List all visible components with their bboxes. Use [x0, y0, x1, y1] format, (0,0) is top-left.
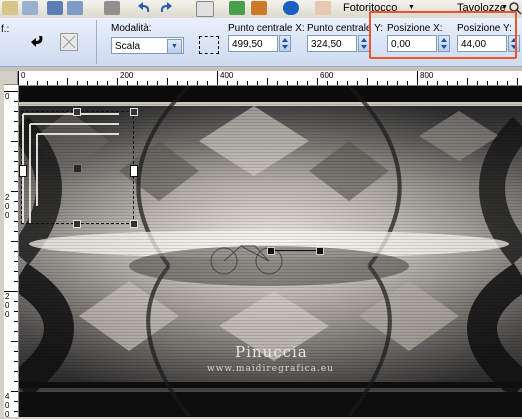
center-y-field[interactable]: 324,50	[307, 35, 357, 52]
ruler-tick-label: 400	[220, 71, 234, 80]
open-folder-icon[interactable]	[2, 1, 18, 15]
watermark-url: www.maidiregrafica.eu	[207, 364, 334, 374]
ruler-tick-label: 800	[420, 71, 434, 80]
print-icon[interactable]	[104, 1, 120, 15]
center-x-field[interactable]: 499,50	[228, 35, 278, 52]
highlight-frame	[369, 11, 517, 59]
rotation-handle[interactable]	[267, 247, 275, 255]
partial-label: f.:	[1, 24, 10, 35]
ruler-corner	[4, 71, 18, 85]
rotate-arrow-icon[interactable]	[28, 32, 48, 50]
vertical-ruler: 0 2 0 0 2 0 0 4 0 0	[4, 85, 19, 419]
mode-value: Scala	[115, 41, 141, 52]
save-as-icon[interactable]	[67, 1, 83, 15]
ruler-tick-label: 600	[320, 71, 334, 80]
divider	[96, 20, 97, 64]
center-crosshair-icon[interactable]	[199, 36, 219, 54]
selection-handle-top-right[interactable]	[130, 108, 138, 116]
mode-select[interactable]: Scala ▼	[111, 37, 184, 54]
selection-handle-bottom-right[interactable]	[130, 220, 138, 228]
ruler-tick-label: 200	[120, 71, 134, 80]
rotation-handle-end[interactable]	[316, 247, 324, 255]
center-x-label: Punto centrale X:	[228, 23, 305, 34]
ruler-tick-label: 0	[21, 71, 26, 80]
ruler-tick-label: 0	[5, 301, 10, 310]
image-canvas[interactable]: Pinuccia www.maidiregrafica.eu	[19, 86, 522, 417]
rotation-pivot-handle[interactable]	[73, 164, 82, 173]
ruler-tick-label: 0	[5, 211, 10, 220]
tool-options-bar: f.: Modalità: Scala ▼ Punto centrale X: …	[0, 11, 522, 67]
ruler-tick-label: 0	[5, 92, 10, 101]
eraser-icon[interactable]	[315, 1, 331, 15]
chevron-down-icon: ▼	[501, 4, 508, 11]
selection-handle-bottom[interactable]	[73, 220, 81, 228]
save-icon[interactable]	[47, 1, 63, 15]
ruler-tick-label: 0	[5, 310, 10, 319]
selection-handle-right[interactable]	[130, 165, 138, 177]
center-x-stepper[interactable]	[279, 35, 291, 52]
info-icon[interactable]	[283, 1, 299, 15]
browser-icon[interactable]	[229, 1, 245, 15]
selection-handle-top[interactable]	[73, 108, 81, 116]
ruler-tick-label: 4	[5, 392, 10, 401]
selection-handle-left[interactable]	[19, 165, 27, 177]
rotation-handle-bar	[270, 250, 320, 251]
ruler-tick-label: 2	[5, 193, 10, 202]
redo-icon[interactable]	[157, 1, 173, 15]
ruler-tick-label: 0	[5, 401, 10, 410]
new-image-icon[interactable]	[196, 1, 214, 17]
palette-icon[interactable]	[251, 1, 267, 15]
chevron-down-icon[interactable]: ▼	[167, 39, 182, 54]
open-file-icon[interactable]	[22, 1, 38, 15]
horizontal-ruler: 0 200 400 600 800	[18, 71, 522, 86]
ruler-tick-label: 2	[5, 292, 10, 301]
ruler-tick-label: 0	[5, 202, 10, 211]
reset-icon[interactable]	[60, 33, 78, 51]
undo-icon[interactable]	[137, 1, 153, 15]
chevron-down-icon: ▼	[408, 4, 415, 11]
watermark-name: Pinuccia	[235, 343, 308, 361]
mode-label: Modalità:	[111, 23, 152, 34]
ruler-tick-label: 0	[5, 410, 10, 419]
